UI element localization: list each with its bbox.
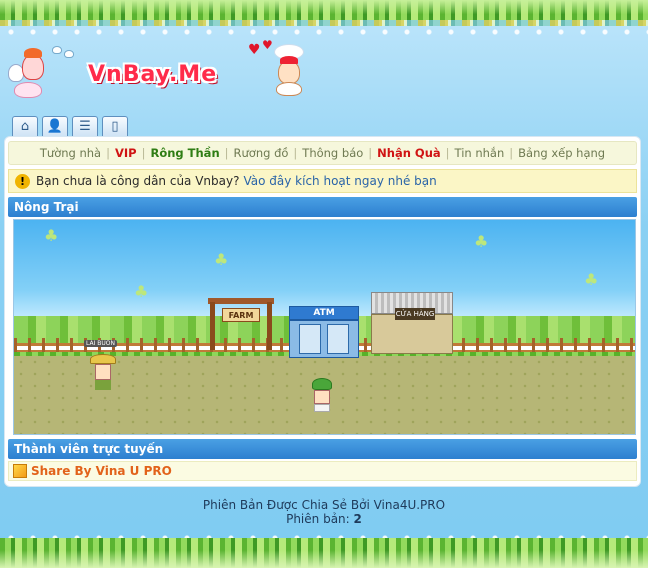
online-members-title: Thành viên trực tuyến xyxy=(8,439,637,459)
door-icon[interactable]: ▯ xyxy=(102,116,128,136)
activation-notice: ! Bạn chưa là công dân của Vnbay? Vào đâ… xyxy=(8,169,637,193)
nav-bar: Tường nhà | VIP | Rông Thần | Rương đồ | Thô… xyxy=(8,141,637,165)
nav-item-nhan-qua[interactable]: Nhận Quà xyxy=(372,146,446,160)
clover-icon: ♣ xyxy=(474,232,489,251)
warning-icon: ! xyxy=(15,173,30,189)
icon-tab-bar: ⌂ 👤 ☰ ▯ xyxy=(12,116,128,136)
list-icon[interactable]: ☰ xyxy=(72,116,98,136)
atm-label: ATM xyxy=(289,306,359,320)
online-member-link[interactable]: Share By Vina U PRO xyxy=(31,464,172,478)
mascot-group-left xyxy=(8,46,78,102)
nav-item-vip[interactable]: VIP xyxy=(110,146,142,160)
page: VnBay.Me ♥ ♥ ⌂ 👤 ☰ ▯ Tường nhà | VIP | Rôn… xyxy=(0,0,648,568)
npc-merchant[interactable]: LAI BUON xyxy=(84,340,117,390)
version-label: Phiên bản: xyxy=(286,512,350,526)
grass-border-bottom xyxy=(0,538,648,568)
clover-icon: ♣ xyxy=(44,226,59,245)
clover-icon: ♣ xyxy=(584,270,599,289)
footer-credit: Phiên Bản Được Chia Sẻ Bởi Vina4U.PRO xyxy=(202,498,446,512)
nav-item-bang-xep-hang[interactable]: Bảng xếp hạng xyxy=(513,146,610,160)
clover-icon: ♣ xyxy=(134,282,149,301)
grass-border-top xyxy=(0,0,648,26)
main-panel: Tường nhà | VIP | Rông Thần | Rương đồ | Thô… xyxy=(4,136,641,487)
footer-version: Phiên bản: 2 xyxy=(0,512,648,526)
home-icon[interactable]: ⌂ xyxy=(12,116,38,136)
heart-icon: ♥ xyxy=(248,42,261,58)
nav-item-thong-bao[interactable]: Thông báo xyxy=(297,146,368,160)
farm-sign-label: FARM xyxy=(222,308,260,322)
site-logo[interactable]: VnBay.Me xyxy=(88,62,217,87)
version-value: 2 xyxy=(353,512,362,526)
profile-icon[interactable]: 👤 xyxy=(42,116,68,136)
nav-item-ruong-do[interactable]: Rương đồ xyxy=(229,146,294,160)
atm-building[interactable]: ATM xyxy=(289,306,359,358)
notice-text: Bạn chưa là công dân của Vnbay? xyxy=(36,174,240,188)
npc-name-tag: LAI BUON xyxy=(84,340,117,347)
farm-scene[interactable]: ♣ ♣ ♣ ♣ ♣ FARM ATM CỬA HÀNG LAI BUON xyxy=(13,219,636,435)
heart-icon: ♥ xyxy=(262,38,273,52)
shop-sign-label: CỬA HÀNG xyxy=(395,308,435,320)
member-badge-icon xyxy=(13,464,27,478)
mascot-group-right: ♥ ♥ xyxy=(246,38,310,100)
farm-section-title: Nông Trại xyxy=(8,197,637,217)
online-member-row: Share By Vina U PRO xyxy=(8,461,637,481)
farm-sky xyxy=(14,220,635,320)
farm-gate[interactable]: FARM xyxy=(208,298,274,350)
footer: Phiên Bản Được Chia Sẻ Bởi Vina4U.PRO Ph… xyxy=(0,498,648,526)
clover-icon: ♣ xyxy=(214,250,229,269)
player-avatar[interactable] xyxy=(312,378,332,412)
shop-building[interactable]: CỬA HÀNG xyxy=(371,292,453,356)
activation-link[interactable]: Vào đây kích hoạt ngay nhé bạn xyxy=(243,174,436,188)
nav-item-tin-nhan[interactable]: Tin nhắn xyxy=(450,146,510,160)
nav-item-rong-than[interactable]: Rông Thần xyxy=(145,146,224,160)
header: VnBay.Me ♥ ♥ xyxy=(0,26,648,112)
nav-item-tuong-nha[interactable]: Tường nhà xyxy=(35,146,106,160)
